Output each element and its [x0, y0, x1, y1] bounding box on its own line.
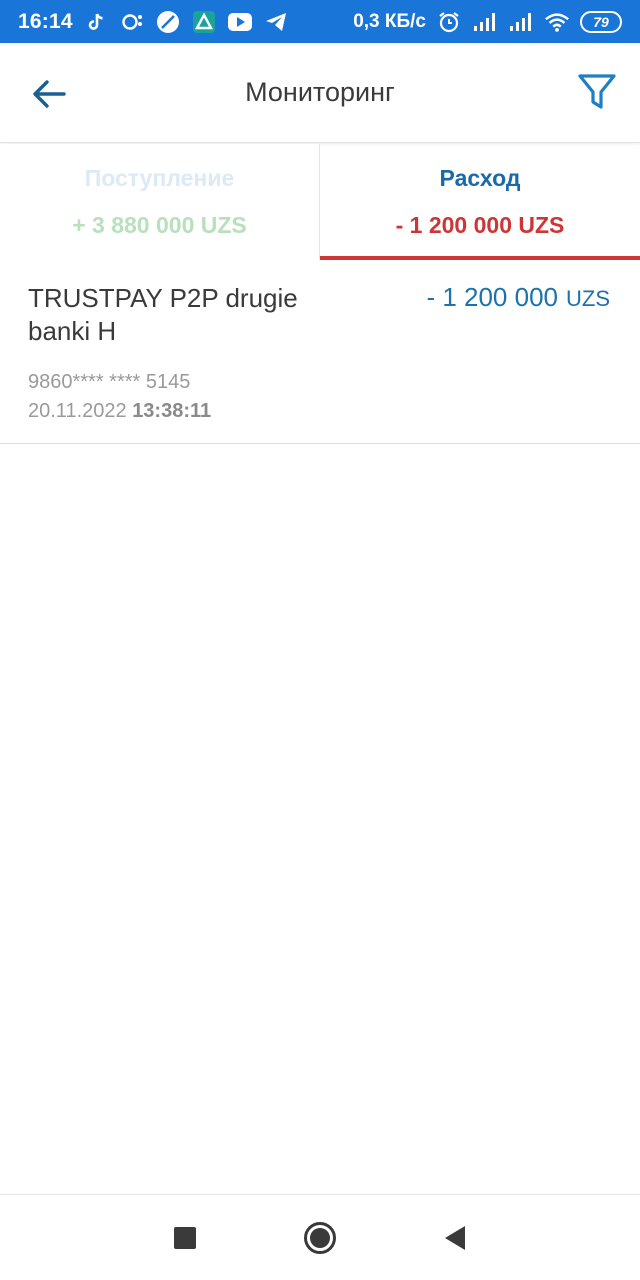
tab-bar: Поступление + 3 880 000 UZS Расход - 1 2…: [0, 144, 640, 260]
back-button[interactable]: [26, 71, 72, 117]
transaction-amount-value: - 1 200 000: [426, 282, 558, 312]
app-bar: Мониторинг: [0, 43, 640, 143]
tab-income-label: Поступление: [84, 165, 235, 191]
signal-icon: [472, 9, 498, 35]
transaction-description: TRUSTPAY P2P drugie banki H: [28, 283, 298, 346]
transaction-date: 20.11.2022: [28, 400, 127, 422]
net-speed: 0,3 КБ/с: [353, 10, 426, 32]
transaction-currency: UZS: [566, 286, 610, 311]
status-right: 0,3 КБ/с 79: [353, 9, 622, 35]
youtube-icon: [227, 9, 253, 35]
transaction-datetime: 20.11.2022 13:38:11: [28, 400, 211, 423]
wifi-icon: [544, 9, 570, 35]
status-left: 16:14: [18, 9, 289, 35]
recents-button[interactable]: [165, 1218, 205, 1258]
transaction-item[interactable]: TRUSTPAY P2P drugie banki H - 1 200 000 …: [0, 262, 640, 444]
back-nav-button[interactable]: [435, 1218, 475, 1258]
filter-icon: [578, 74, 616, 109]
compass-icon: [155, 9, 181, 35]
home-button[interactable]: [300, 1218, 340, 1258]
tab-expense[interactable]: Расход - 1 200 000 UZS: [320, 144, 640, 260]
page-title: Мониторинг: [245, 77, 395, 107]
back-icon: [445, 1225, 465, 1250]
transaction-amount: - 1 200 000 UZS: [426, 282, 610, 313]
transaction-time: 13:38:11: [132, 400, 212, 422]
signal-icon: [508, 9, 534, 35]
status-time: 16:14: [18, 9, 73, 33]
filter-button[interactable]: [574, 69, 620, 115]
home-icon: [304, 1221, 336, 1254]
tab-income-amount: + 3 880 000 UZS: [72, 212, 247, 238]
tab-active-indicator: [320, 256, 640, 260]
tab-expense-amount: - 1 200 000 UZS: [395, 212, 565, 238]
recents-icon: [174, 1226, 196, 1249]
status-bar: 16:14 0,3 КБ/с 79: [0, 0, 640, 43]
arrow-left-icon: [33, 80, 66, 108]
chat-icon: [119, 9, 145, 35]
tiktok-icon: [83, 9, 109, 35]
app-icon: [191, 9, 217, 35]
system-nav-bar: [0, 1194, 640, 1280]
tab-income[interactable]: Поступление + 3 880 000 UZS: [0, 144, 320, 260]
tab-expense-label: Расход: [439, 165, 521, 191]
battery-indicator: 79: [580, 10, 622, 33]
telegram-icon: [263, 9, 289, 35]
transaction-card-number: 9860**** **** 5145: [28, 371, 191, 393]
alarm-icon: [436, 9, 462, 35]
